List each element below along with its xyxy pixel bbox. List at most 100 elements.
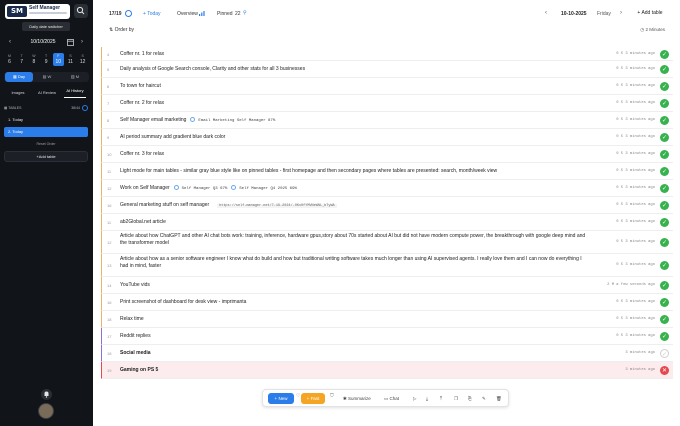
- check-icon[interactable]: ✓: [660, 133, 669, 142]
- task-title[interactable]: To town for haircut: [120, 83, 590, 90]
- unchecked-icon[interactable]: ✓: [660, 349, 669, 358]
- task-row[interactable]: 16 General marketing stuff on self manage…: [101, 197, 673, 214]
- task-row[interactable]: 12 Article about how ChatGPT and other AI…: [101, 231, 673, 254]
- next-day-icon[interactable]: ›: [78, 38, 86, 46]
- summarize-button[interactable]: ✱ Summarize: [343, 393, 371, 404]
- tab-week[interactable]: ▤ W: [33, 72, 61, 82]
- shield-icon[interactable]: ⛉: [330, 393, 337, 400]
- check-icon[interactable]: ✓: [660, 238, 669, 247]
- download-icon[interactable]: ⤓: [426, 393, 428, 404]
- prev-day-icon[interactable]: ‹: [6, 38, 14, 46]
- app-logo[interactable]: SM Self Manager: [5, 4, 70, 19]
- copy-icon[interactable]: ❐: [454, 393, 458, 404]
- goal-chip[interactable]: Self Manager Q4 2025 69%: [239, 187, 297, 191]
- task-title[interactable]: Coffer nr. 1 for relax: [120, 51, 590, 58]
- tab-ai-review[interactable]: AI Review: [33, 88, 61, 98]
- goal-chip[interactable]: Email Marketing Self Manager 87%: [198, 119, 275, 123]
- bell-icon[interactable]: [41, 389, 52, 400]
- task-title[interactable]: General marketing stuff on self manager h…: [120, 202, 590, 210]
- check-icon[interactable]: ✓: [660, 281, 669, 290]
- goal-chip[interactable]: Self Manager Q3 67%: [182, 187, 228, 191]
- task-title[interactable]: Article about how as a senior software e…: [120, 256, 590, 270]
- new-task-button[interactable]: + New: [268, 393, 294, 404]
- check-icon[interactable]: ✓: [660, 184, 669, 193]
- task-title[interactable]: Social media: [120, 350, 590, 357]
- task-row[interactable]: 13 Article about how as a senior software…: [101, 254, 673, 277]
- tab-images[interactable]: Images: [6, 88, 30, 98]
- task-title[interactable]: Reddit replies: [120, 333, 590, 340]
- tab-day[interactable]: ▦ Day: [5, 72, 33, 82]
- task-title[interactable]: Daily analysis of Google Search console,…: [120, 66, 590, 73]
- pinned-label[interactable]: Pinned: [217, 11, 233, 17]
- check-icon[interactable]: ✓: [660, 201, 669, 210]
- task-row[interactable]: 18 Relax time 0 5 3 minutes ago ✓: [101, 311, 673, 328]
- task-title[interactable]: Self Manager email marketing Email Market…: [120, 117, 590, 125]
- check-icon[interactable]: ✓: [660, 49, 669, 59]
- next-date-icon[interactable]: ›: [620, 10, 622, 16]
- order-by-button[interactable]: ⇅ Order by: [109, 27, 134, 33]
- header-date[interactable]: 10-10-2025: [561, 11, 587, 17]
- check-icon[interactable]: ✓: [660, 332, 669, 341]
- task-row[interactable]: 11 ab2Global.net article 0 5 3 minutes ago…: [101, 214, 673, 231]
- sidebar-table-item-selected[interactable]: 2. Today: [4, 127, 88, 137]
- check-icon[interactable]: ✓: [660, 150, 669, 159]
- task-title[interactable]: Coffer nr. 2 for relax: [120, 100, 590, 107]
- day-cell[interactable]: F 10: [52, 53, 64, 66]
- today-button[interactable]: + Today: [143, 11, 161, 17]
- upload-icon[interactable]: ⤒: [440, 393, 442, 404]
- check-icon[interactable]: ✓: [660, 65, 669, 74]
- sidebar-add-table-button[interactable]: +Add table: [4, 151, 88, 162]
- task-row[interactable]: 11 Light mode for main tables - similar g…: [101, 163, 673, 180]
- task-title[interactable]: Relax time: [120, 316, 590, 323]
- calendar-icon[interactable]: [67, 38, 74, 46]
- day-cell[interactable]: M6: [4, 53, 15, 66]
- check-icon[interactable]: ✓: [660, 82, 669, 91]
- failed-icon[interactable]: ✕: [660, 366, 669, 375]
- check-icon[interactable]: ✓: [660, 99, 669, 108]
- task-row[interactable]: 14 YouTube vids 2 M a few seconds ago ✓: [101, 277, 673, 294]
- day-cell[interactable]: S 11: [65, 53, 76, 66]
- search-button[interactable]: [74, 4, 88, 18]
- play-icon[interactable]: ▷: [413, 393, 416, 404]
- check-icon[interactable]: ✓: [660, 116, 669, 125]
- task-title[interactable]: ab2Global.net article: [120, 219, 590, 226]
- day-cell[interactable]: T7: [16, 53, 27, 66]
- add-table-button[interactable]: + Add table: [629, 7, 671, 20]
- tab-ai-history[interactable]: AI History: [64, 88, 86, 98]
- avatar[interactable]: [38, 403, 54, 419]
- task-title[interactable]: Light mode for main tables - similar gra…: [120, 168, 590, 175]
- chat-button[interactable]: ▭ Chat: [384, 393, 399, 404]
- check-icon[interactable]: ✓: [660, 298, 669, 307]
- task-title[interactable]: Gaming on PS 5: [120, 367, 590, 374]
- check-icon[interactable]: ✓: [660, 261, 669, 270]
- task-row[interactable]: 19 Gaming on PS 5 3 minutes ago ✕: [101, 362, 673, 379]
- day-cell[interactable]: W8: [28, 53, 39, 66]
- prev-date-icon[interactable]: ‹: [545, 10, 547, 16]
- task-row[interactable]: 6 To town for haircut 0 5 3 minutes ago ✓: [101, 78, 673, 95]
- fast-task-button[interactable]: + Fast: [301, 393, 325, 404]
- task-title[interactable]: YouTube vids: [120, 282, 590, 289]
- task-row[interactable]: 10 Coffer nr. 3 for relax 0 5 3 minutes ag…: [101, 146, 673, 163]
- task-row[interactable]: 4 Coffer nr. 1 for relax 0 5 3 minutes ago…: [101, 47, 673, 61]
- task-row[interactable]: 12 Work on Self Manager Self Manager Q3 67…: [101, 180, 673, 197]
- edit-icon[interactable]: ✎: [482, 393, 486, 404]
- current-date[interactable]: 10/10/2025: [24, 36, 62, 48]
- day-cell[interactable]: S 12: [77, 53, 88, 66]
- check-icon[interactable]: ✓: [660, 167, 669, 176]
- sidebar-table-item[interactable]: 1. Today: [4, 115, 88, 125]
- overview-button[interactable]: Overview: [177, 11, 198, 17]
- task-row[interactable]: 8 Self Manager email marketing Email Marke…: [101, 112, 673, 129]
- day-cell[interactable]: T9: [41, 53, 52, 66]
- tab-month[interactable]: ▥ M: [61, 72, 89, 82]
- task-row[interactable]: 5 Daily analysis of Google Search console…: [101, 61, 673, 78]
- task-row[interactable]: 9 AI period summary add gradient blue dar…: [101, 129, 673, 146]
- task-row[interactable]: 17 Reddit replies 0 5 3 minutes ago ✓: [101, 328, 673, 345]
- task-title[interactable]: Coffer nr. 3 for relax: [120, 151, 590, 158]
- paste-icon[interactable]: ⎘: [468, 393, 472, 404]
- task-row[interactable]: 7 Coffer nr. 2 for relax 0 5 3 minutes ago…: [101, 95, 673, 112]
- check-icon[interactable]: ✓: [660, 218, 669, 227]
- check-icon[interactable]: ✓: [660, 315, 669, 324]
- task-title[interactable]: Work on Self Manager Self Manager Q3 67% S…: [120, 185, 590, 193]
- trash-icon[interactable]: 🗑: [496, 393, 502, 404]
- task-link[interactable]: https://self-manager.net/7-19-2024/-OKx0…: [217, 204, 337, 208]
